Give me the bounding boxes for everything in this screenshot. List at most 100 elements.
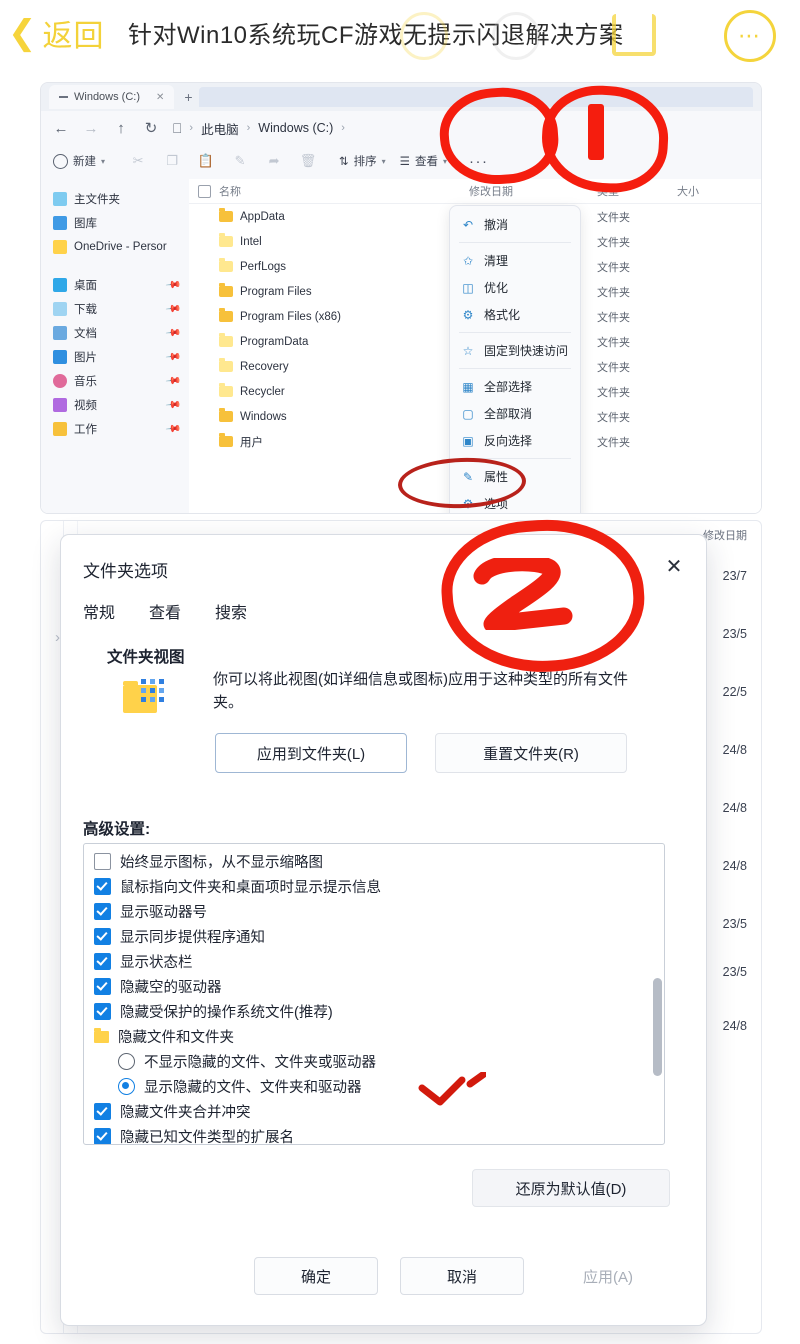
cut-icon[interactable]: ✂	[121, 153, 155, 169]
sidebar-item-home[interactable]: 主文件夹	[41, 187, 189, 211]
sort-button[interactable]: ⇅ 排序 ▾	[339, 153, 386, 169]
pin-icon[interactable]: 📌	[164, 421, 181, 437]
sidebar-item-gallery[interactable]: 图库	[41, 211, 189, 235]
sidebar-item-music[interactable]: 音乐 📌	[41, 369, 189, 393]
menu-item-pin-to-quick-access[interactable]: ☆ 固定到快速访问	[450, 337, 580, 364]
sidebar-item-videos[interactable]: 视频 📌	[41, 393, 189, 417]
menu-item-optimize[interactable]: ◫ 优化	[450, 274, 580, 301]
reset-folders-button[interactable]: 重置文件夹(R)	[435, 733, 627, 773]
overflow-menu-button[interactable]: ···	[469, 153, 489, 170]
list-item[interactable]: 不显示隐藏的文件、文件夹或驱动器	[84, 1049, 664, 1074]
list-item-label: 始终显示图标，从不显示缩略图	[120, 855, 323, 871]
back-button-label: 返回	[42, 19, 105, 54]
checkbox[interactable]	[94, 878, 111, 895]
cancel-button[interactable]: 取消	[400, 1257, 524, 1295]
tab-view[interactable]: 查看	[149, 599, 181, 623]
list-item[interactable]: 显示驱动器号	[84, 899, 664, 924]
sidebar-item-onedrive[interactable]: OneDrive - Persor	[41, 235, 189, 259]
menu-item-select-all[interactable]: ▦ 全部选择	[450, 373, 580, 400]
close-icon[interactable]: ✕	[658, 551, 690, 581]
refresh-icon[interactable]: ↻	[143, 119, 159, 137]
checkbox[interactable]	[94, 1003, 111, 1020]
sidebar-item-pictures[interactable]: 图片 📌	[41, 345, 189, 369]
folder-icon	[219, 258, 233, 272]
list-item[interactable]: 显示状态栏	[84, 949, 664, 974]
list-item[interactable]: 隐藏已知文件类型的扩展名	[84, 1124, 664, 1144]
sidebar-item-work[interactable]: 工作 📌	[41, 417, 189, 441]
rename-icon[interactable]: ✎	[223, 153, 257, 169]
select-all-checkbox[interactable]	[189, 184, 219, 198]
checkbox[interactable]	[94, 903, 111, 920]
sidebar-item-documents[interactable]: 文档 📌	[41, 321, 189, 345]
checkbox[interactable]	[94, 953, 111, 970]
sidebar-item-downloads[interactable]: 下载 📌	[41, 297, 189, 321]
menu-item-undo[interactable]: ↶ 撤消	[450, 211, 580, 238]
new-button-label: 新建	[73, 156, 96, 168]
column-header-name[interactable]: 名称	[219, 183, 469, 199]
explorer-tab[interactable]: Windows (C:) ✕	[49, 85, 175, 109]
menu-item-cleanup[interactable]: ✩ 清理	[450, 247, 580, 274]
folder-options-dialog: 文件夹选项 ✕ 常规 查看 搜索 文件夹视图 你可以将此视图(如详细信息或图标)…	[60, 534, 707, 1326]
radio-button[interactable]	[118, 1078, 135, 1095]
arrow-right-icon[interactable]: →	[83, 120, 99, 137]
decorative-shape-icon	[612, 14, 656, 56]
file-type: 文件夹	[597, 386, 630, 399]
breadcrumb[interactable]: ⎕ › 此电脑 › Windows (C:) ›	[173, 119, 345, 138]
scrollbar[interactable]	[653, 978, 662, 1076]
apply-to-folders-button[interactable]: 应用到文件夹(L)	[215, 733, 407, 773]
new-button[interactable]: 新建 ▾	[53, 153, 105, 169]
checkbox[interactable]	[94, 928, 111, 945]
list-item[interactable]: 鼠标指向文件夹和桌面项时显示提示信息	[84, 874, 664, 899]
list-item[interactable]: 隐藏空的驱动器	[84, 974, 664, 999]
checkbox[interactable]	[94, 978, 111, 995]
menu-item-properties[interactable]: ✎ 属性	[450, 463, 580, 490]
arrow-left-icon[interactable]: ←	[53, 120, 69, 137]
column-header-size[interactable]: 大小	[677, 183, 737, 199]
folder-icon	[53, 422, 67, 436]
tab-general[interactable]: 常规	[83, 599, 115, 623]
list-item[interactable]: 隐藏受保护的操作系统文件(推荐)	[84, 999, 664, 1024]
menu-item-label: 优化	[484, 281, 509, 295]
menu-item-options[interactable]: ⚙ 选项	[450, 490, 580, 513]
view-button[interactable]: ☰ 查看 ▾	[400, 153, 447, 169]
pin-icon[interactable]: 📌	[164, 277, 181, 293]
pin-icon[interactable]: 📌	[164, 325, 181, 341]
pin-icon[interactable]: 📌	[164, 301, 181, 317]
pin-icon[interactable]: 📌	[164, 349, 181, 365]
pin-icon[interactable]: 📌	[164, 397, 181, 413]
ok-button[interactable]: 确定	[254, 1257, 378, 1295]
paste-icon[interactable]: 📋	[189, 153, 223, 169]
dialog-footer: 确定 取消 应用(A)	[61, 1253, 706, 1299]
list-item[interactable]: 隐藏文件夹合并冲突	[84, 1099, 664, 1124]
checkbox[interactable]	[94, 1128, 111, 1144]
restore-defaults-button[interactable]: 还原为默认值(D)	[472, 1169, 670, 1207]
file-name: Program Files (x86)	[240, 310, 341, 323]
tab-search[interactable]: 搜索	[215, 599, 247, 623]
pin-icon[interactable]: 📌	[164, 373, 181, 389]
plus-icon[interactable]: +	[184, 89, 192, 105]
back-button[interactable]: ❮ 返回	[8, 8, 138, 58]
checkbox[interactable]	[94, 1103, 111, 1120]
ellipsis-icon[interactable]: ⋯	[724, 10, 776, 62]
column-header-date[interactable]: 修改日期	[469, 183, 597, 199]
list-item[interactable]: 显示同步提供程序通知	[84, 924, 664, 949]
copy-icon[interactable]: ❐	[155, 153, 189, 169]
list-item[interactable]: 始终显示图标，从不显示缩略图	[84, 849, 664, 874]
breadcrumb-item-this-pc[interactable]: 此电脑	[201, 119, 239, 138]
advanced-settings-list[interactable]: 始终显示图标，从不显示缩略图 鼠标指向文件夹和桌面项时显示提示信息 显示驱动器号…	[83, 843, 665, 1145]
radio-button[interactable]	[118, 1053, 135, 1070]
breadcrumb-item-windows-c[interactable]: Windows (C:)	[258, 121, 333, 135]
menu-item-invert-selection[interactable]: ▣ 反向选择	[450, 427, 580, 454]
checkbox[interactable]	[94, 853, 111, 870]
menu-item-format[interactable]: ⚙ 格式化	[450, 301, 580, 328]
column-header-type[interactable]: 类型	[597, 183, 677, 199]
list-item-group: 隐藏文件和文件夹	[84, 1024, 664, 1049]
menu-item-select-none[interactable]: ▢ 全部取消	[450, 400, 580, 427]
list-item[interactable]: 显示隐藏的文件、文件夹和驱动器	[84, 1074, 664, 1099]
arrow-up-icon[interactable]: ↑	[113, 120, 129, 137]
share-icon[interactable]: ➦	[257, 153, 291, 169]
delete-icon[interactable]: 🗑	[291, 153, 325, 169]
sidebar-item-desktop[interactable]: 桌面 📌	[41, 273, 189, 297]
close-icon[interactable]: ✕	[156, 92, 164, 103]
breadcrumb-separator: ›	[246, 122, 251, 134]
